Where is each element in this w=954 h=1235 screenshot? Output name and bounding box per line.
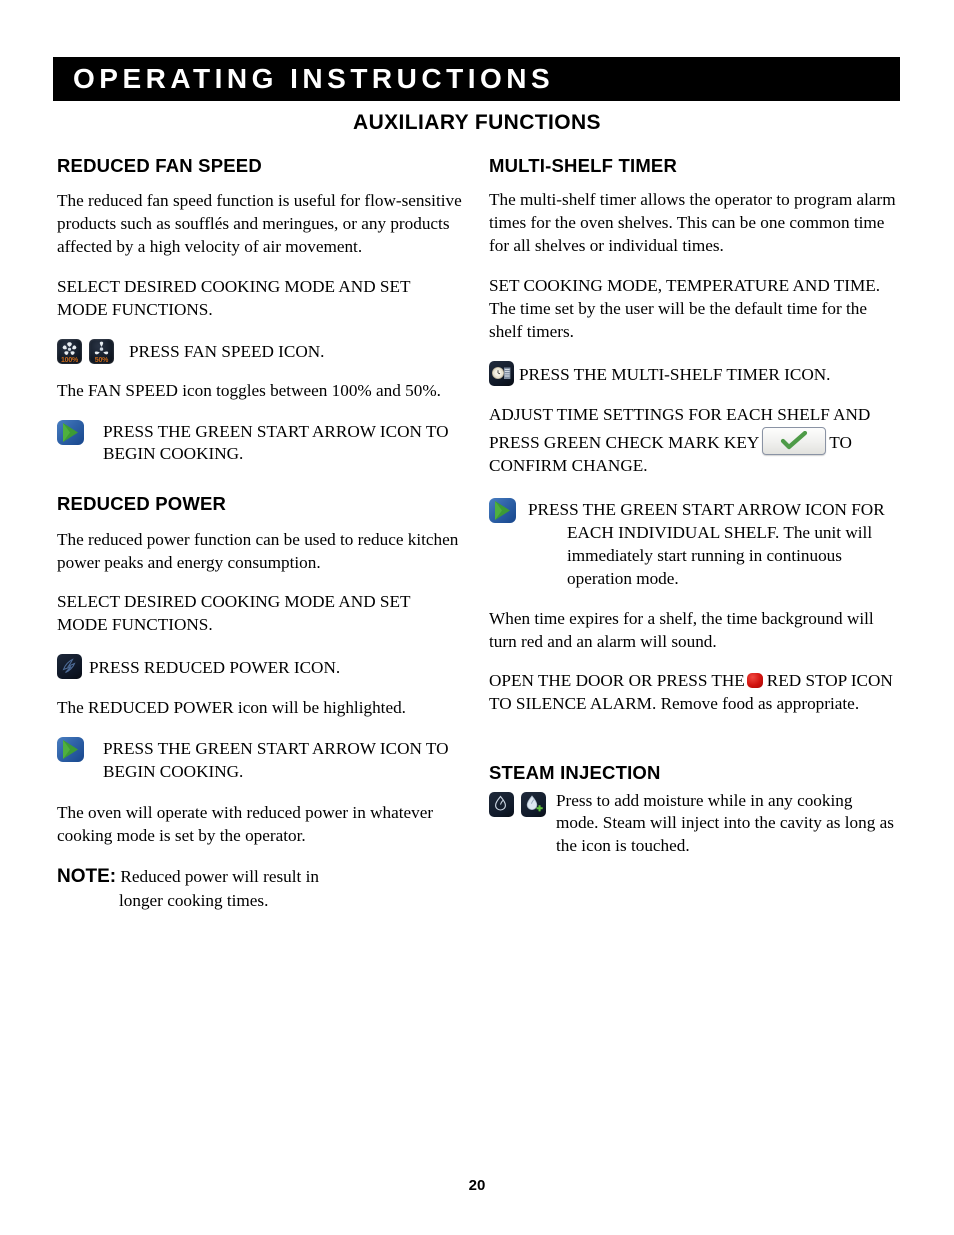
fan-speed-50-icon[interactable]: 50% <box>89 338 114 364</box>
page-header-banner: OPERATING INSTRUCTIONS <box>53 57 900 101</box>
fan-speed-icon-row: 100% 50% PRESS FAN SPEED ICON. <box>57 338 465 364</box>
steam-injection-row: Press to add moisture while in any cooki… <box>489 790 897 859</box>
multi-shelf-timer-icon-slot <box>489 360 514 386</box>
silence-text-before: OPEN THE DOOR OR PRESS THE <box>489 671 745 691</box>
section-heading-multi-shelf-timer: MULTI-SHELF TIMER <box>489 155 678 176</box>
fan-speed-press-text: PRESS FAN SPEED ICON. <box>129 341 325 361</box>
section-heading-reduced-fan-speed: REDUCED FAN SPEED <box>57 155 262 176</box>
steam-injection-body: Press to add moisture while in any cooki… <box>556 790 894 856</box>
reduced-power-icon-row: PRESS REDUCED POWER ICON. <box>57 654 465 680</box>
multi-shelf-timer-press-text: PRESS THE MULTI-SHELF TIMER ICON. <box>519 364 831 384</box>
document-page: OPERATING INSTRUCTIONS AUXILIARY FUNCTIO… <box>0 0 954 1235</box>
reduced-fan-speed-intro: The reduced fan speed function is useful… <box>57 191 462 257</box>
fan-speed-100-label: 100% <box>60 356 79 364</box>
green-start-arrow-icon[interactable] <box>57 736 84 762</box>
start-arrow-text-multi-shelf: PRESS THE GREEN START ARROW ICON FOR EAC… <box>528 500 885 588</box>
steam-add-icon[interactable] <box>521 791 546 817</box>
start-arrow-icon-slot-3 <box>489 498 516 524</box>
reduced-power-note: NOTE: Reduced power will result in longe… <box>57 864 465 912</box>
multi-shelf-timer-icon[interactable] <box>489 360 514 386</box>
multi-shelf-timer-silence-text: OPEN THE DOOR OR PRESS THE RED STOP ICON … <box>489 670 897 716</box>
multi-shelf-timer-intro: The multi-shelf timer allows the operato… <box>489 190 896 256</box>
banner-title: OPERATING INSTRUCTIONS <box>73 63 555 94</box>
reduced-power-operate-text: The oven will operate with reduced power… <box>57 802 434 845</box>
page-number: 20 <box>468 1177 486 1194</box>
start-arrow-row-fan-speed: PRESS THE GREEN START ARROW ICON TO BEGI… <box>57 419 465 467</box>
reduced-power-icon-slot <box>57 654 82 680</box>
steam-injection-icons <box>489 790 546 817</box>
reduced-power-step-select-mode: SELECT DESIRED COOKING MODE AND SET MODE… <box>57 592 411 635</box>
multi-shelf-timer-adjust-text: ADJUST TIME SETTINGS FOR EACH SHELF AND … <box>489 404 897 478</box>
reduced-power-highlight-text: The REDUCED POWER icon will be highlight… <box>57 698 406 718</box>
fan-speed-100-icon[interactable]: 100% <box>57 338 82 364</box>
green-start-arrow-icon[interactable] <box>489 498 516 524</box>
reduced-fan-speed-step-select-mode: SELECT DESIRED COOKING MODE AND SET MODE… <box>57 276 411 319</box>
green-check-mark-key[interactable] <box>762 427 827 456</box>
reduced-power-intro: The reduced power function can be used t… <box>57 529 459 572</box>
page-title: AUXILIARY FUNCTIONS <box>353 111 601 134</box>
red-stop-icon[interactable] <box>746 673 763 689</box>
multi-shelf-timer-step-set-mode: SET COOKING MODE, TEMPERATURE AND TIME. … <box>489 275 881 341</box>
fan-speed-50-label: 50% <box>94 356 109 364</box>
start-arrow-row-reduced-power: PRESS THE GREEN START ARROW ICON TO BEGI… <box>57 736 465 784</box>
start-arrow-row-multi-shelf: PRESS THE GREEN START ARROW ICON FOR EAC… <box>489 498 897 591</box>
start-arrow-icon-slot-2 <box>57 736 84 762</box>
right-column: MULTI-SHELF TIMER The multi-shelf timer … <box>489 155 897 875</box>
multi-shelf-timer-icon-row: PRESS THE MULTI-SHELF TIMER ICON. <box>489 360 897 387</box>
note-line-1: Reduced power will result in <box>120 867 319 887</box>
multi-shelf-timer-expire-text: When time expires for a shelf, the time … <box>489 608 874 651</box>
start-arrow-text-fan-speed: PRESS THE GREEN START ARROW ICON TO BEGI… <box>103 421 449 464</box>
reduced-power-press-text: PRESS REDUCED POWER ICON. <box>89 658 341 678</box>
green-start-arrow-icon[interactable] <box>57 419 84 445</box>
start-arrow-icon-slot <box>57 419 84 445</box>
steam-drop-icon[interactable] <box>489 791 514 817</box>
fan-speed-icons: 100% 50% <box>57 338 114 364</box>
left-column: REDUCED FAN SPEED The reduced fan speed … <box>57 155 465 913</box>
start-arrow-text-reduced-power: PRESS THE GREEN START ARROW ICON TO BEGI… <box>103 738 449 781</box>
section-heading-reduced-power: REDUCED POWER <box>57 493 227 515</box>
fan-speed-toggle-text: The FAN SPEED icon toggles between 100% … <box>57 380 441 400</box>
reduced-power-icon[interactable] <box>57 654 82 680</box>
section-heading-steam-injection: STEAM INJECTION <box>489 762 661 784</box>
note-label: NOTE: <box>57 866 117 888</box>
note-line-2: longer cooking times. <box>119 890 269 910</box>
